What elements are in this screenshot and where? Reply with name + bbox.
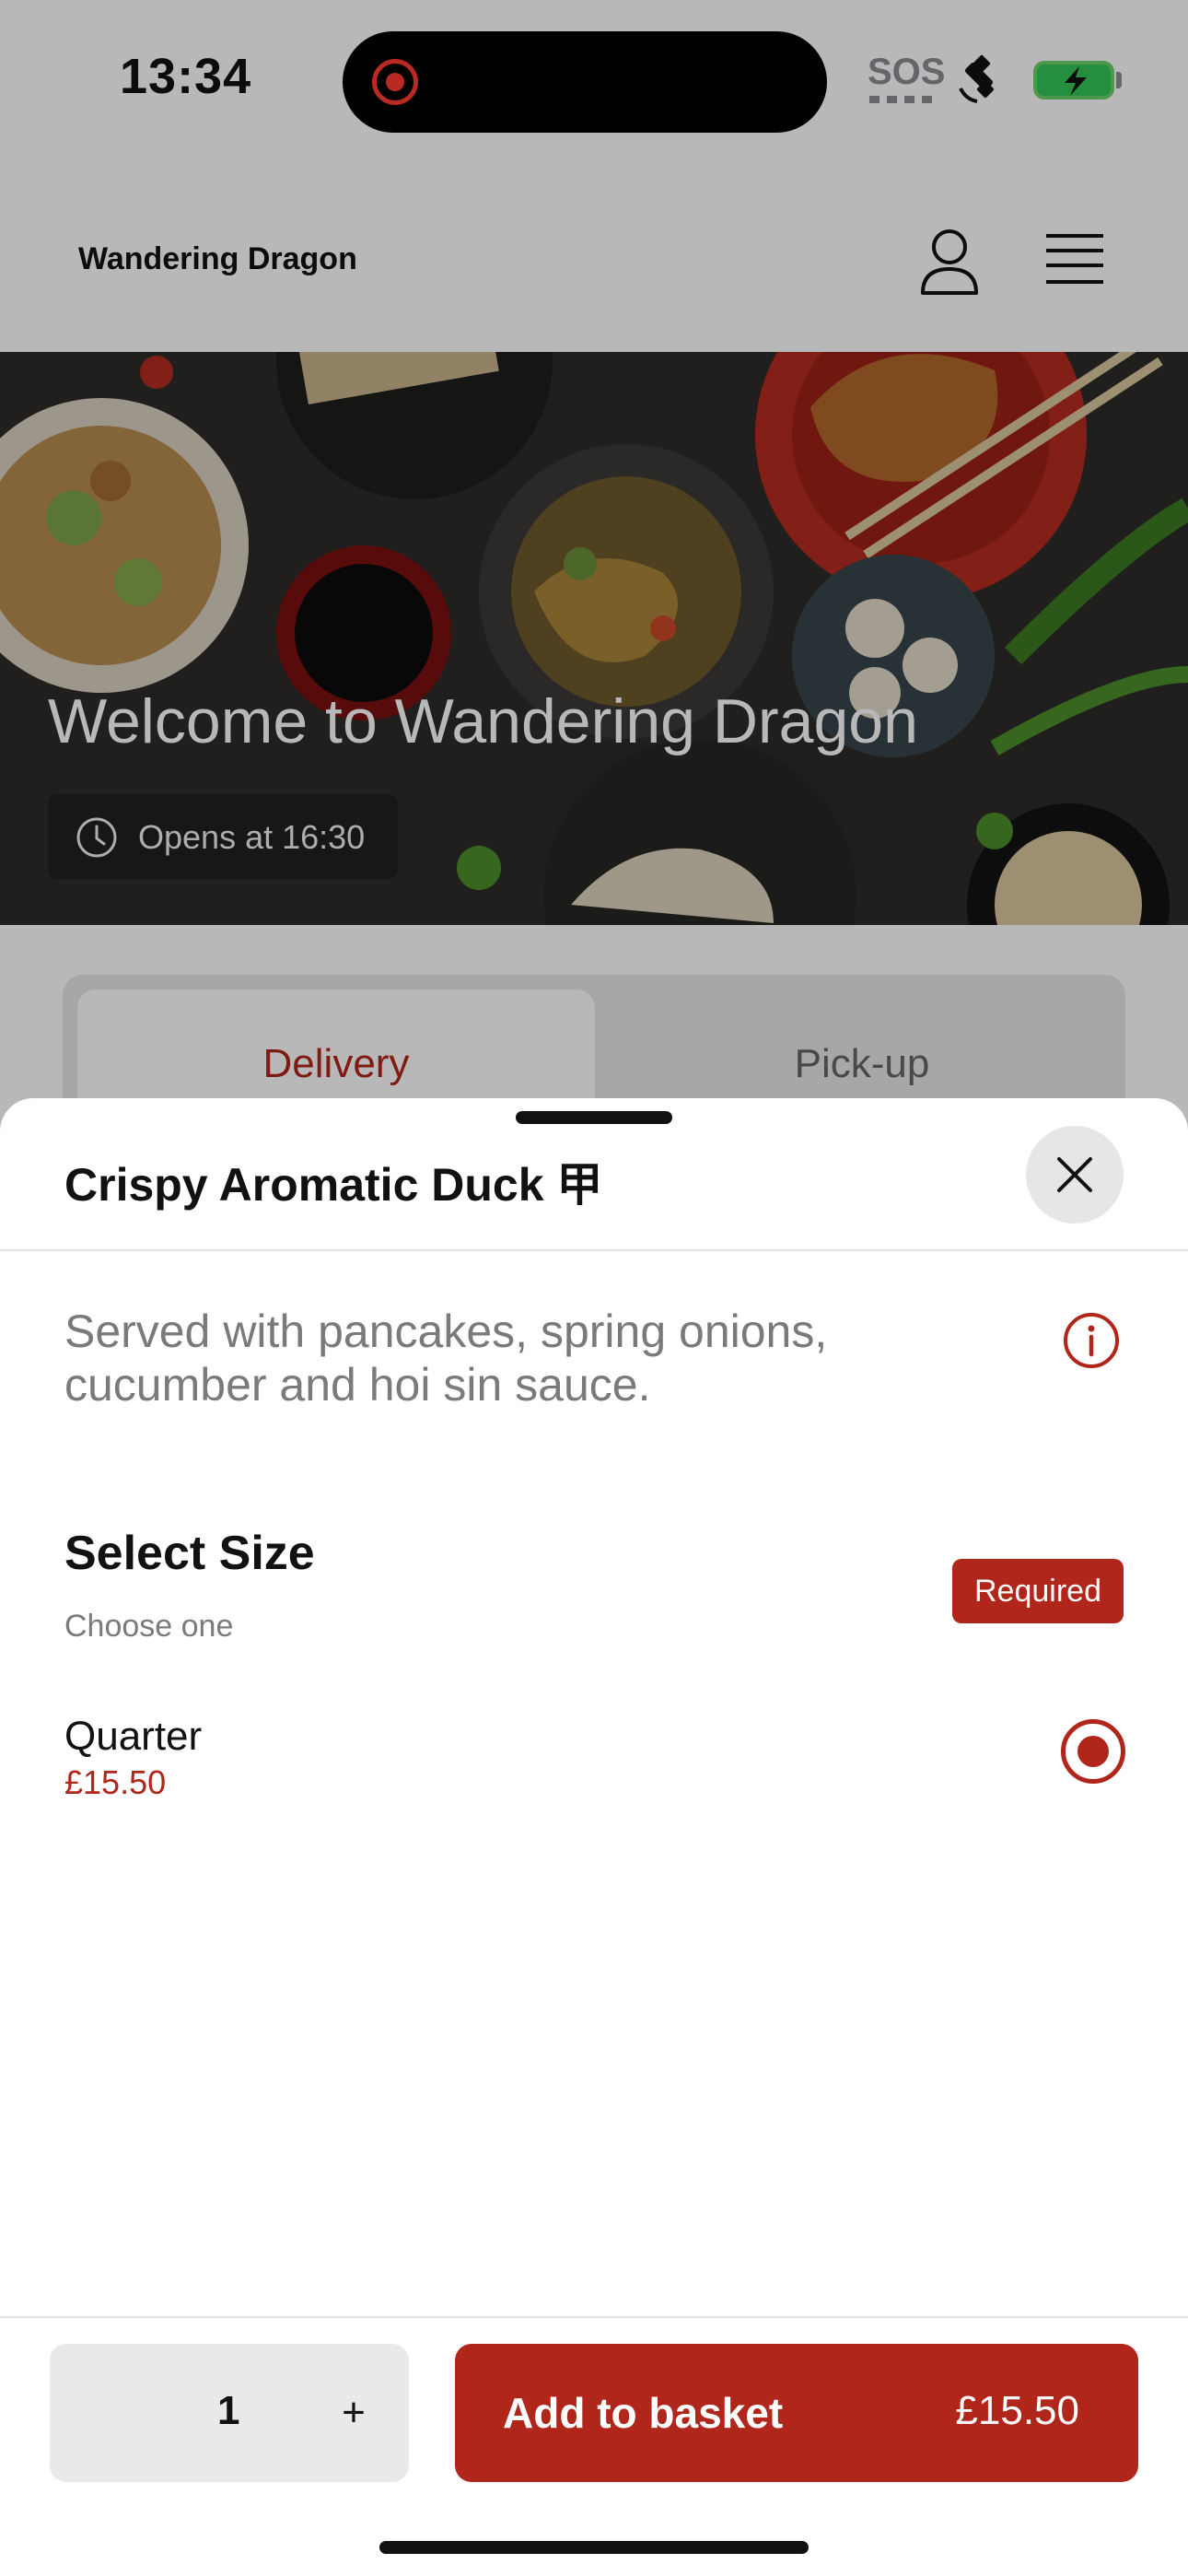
divider — [0, 1249, 1188, 1251]
size-section-title: Select Size — [64, 1527, 315, 1580]
close-icon — [1057, 1157, 1092, 1192]
home-indicator[interactable] — [379, 2541, 809, 2554]
size-option-quarter[interactable]: Quarter £15.50 — [0, 1703, 1188, 1822]
add-to-basket-label: Add to basket — [503, 2389, 784, 2437]
quantity-increment-button[interactable]: + — [326, 2381, 381, 2445]
radio-selected-icon[interactable] — [1061, 1719, 1125, 1784]
sheet-grabber[interactable] — [516, 1111, 672, 1124]
item-bottom-sheet: Crispy Aromatic Duck 甲 Served with panca… — [0, 1098, 1188, 2576]
add-to-basket-price: £15.50 — [955, 2388, 1079, 2433]
item-title: Crispy Aromatic Duck 甲 — [64, 1159, 603, 1211]
option-price: £15.50 — [64, 1763, 167, 1801]
info-icon[interactable] — [1063, 1312, 1120, 1369]
required-badge: Required — [952, 1559, 1124, 1623]
add-to-basket-button[interactable]: Add to basket £15.50 — [455, 2344, 1138, 2482]
size-section-subtitle: Choose one — [64, 1609, 234, 1644]
quantity-stepper: 1 + — [50, 2344, 409, 2482]
option-name: Quarter — [64, 1714, 203, 1759]
close-button[interactable] — [1026, 1126, 1124, 1224]
footer-divider — [0, 2316, 1188, 2318]
quantity-value: 1 — [217, 2388, 240, 2433]
item-description: Served with pancakes, spring onions, cuc… — [64, 1306, 828, 1411]
